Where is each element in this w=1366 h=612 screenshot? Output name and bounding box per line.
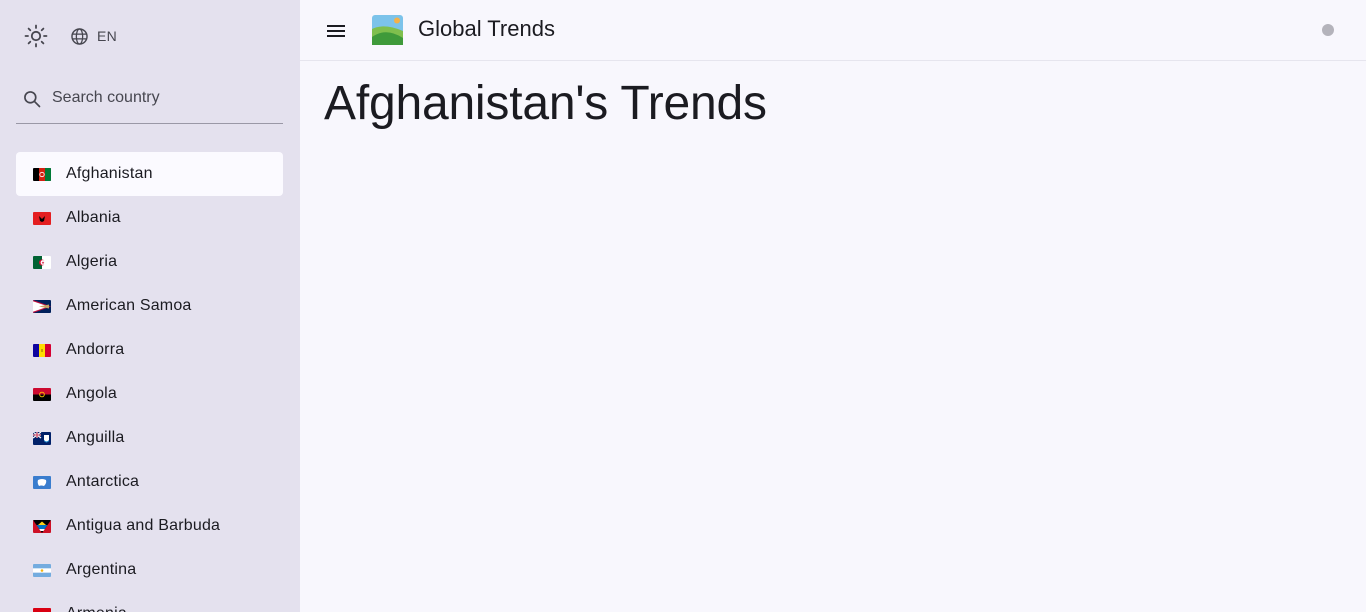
country-item-algeria[interactable]: Algeria bbox=[16, 240, 283, 284]
country-name: Albania bbox=[66, 209, 121, 226]
flag-am-icon bbox=[33, 607, 51, 612]
flag-ao-icon bbox=[33, 387, 51, 401]
country-name: Anguilla bbox=[66, 429, 125, 446]
country-name: Afghanistan bbox=[66, 165, 153, 182]
theme-toggle-button[interactable] bbox=[23, 23, 49, 49]
flag-ag-icon bbox=[33, 519, 51, 533]
search-icon bbox=[24, 91, 41, 108]
country-name: Argentina bbox=[66, 561, 137, 578]
flag-al-icon bbox=[33, 211, 51, 225]
country-name: Algeria bbox=[66, 253, 118, 270]
flag-af-icon bbox=[33, 167, 51, 181]
country-item-antigua-and-barbuda[interactable]: Antigua and Barbuda bbox=[16, 504, 283, 548]
sun-icon bbox=[24, 24, 48, 48]
search-input[interactable] bbox=[52, 84, 277, 112]
country-item-argentina[interactable]: Argentina bbox=[16, 548, 283, 592]
sidebar-header: EN bbox=[0, 0, 300, 72]
country-item-albania[interactable]: Albania bbox=[16, 196, 283, 240]
language-label: EN bbox=[97, 28, 118, 44]
country-item-andorra[interactable]: Andorra bbox=[16, 328, 283, 372]
flag-ad-icon bbox=[33, 343, 51, 357]
country-item-antarctica[interactable]: Antarctica bbox=[16, 460, 283, 504]
country-list: Afghanistan Albania Algeria American Samoa A… bbox=[16, 152, 283, 612]
flag-dz-icon bbox=[33, 255, 51, 269]
country-item-afghanistan[interactable]: Afghanistan bbox=[16, 152, 283, 196]
country-item-anguilla[interactable]: Anguilla bbox=[16, 416, 283, 460]
country-name: Angola bbox=[66, 385, 118, 402]
landscape-logo bbox=[372, 15, 403, 45]
country-name: American Samoa bbox=[66, 297, 192, 314]
page-title: Afghanistan's Trends bbox=[324, 77, 767, 130]
country-item-american-samoa[interactable]: American Samoa bbox=[16, 284, 283, 328]
flag-as-icon bbox=[33, 299, 51, 313]
app-title: Global Trends bbox=[418, 16, 555, 41]
flag-ar-icon bbox=[33, 563, 51, 577]
language-selector[interactable]: EN bbox=[70, 24, 117, 48]
country-item-armenia[interactable]: Armenia bbox=[16, 592, 283, 612]
flag-ai-icon bbox=[33, 431, 51, 445]
country-name: Antarctica bbox=[66, 473, 140, 490]
status-indicator bbox=[1322, 24, 1334, 36]
country-item-angola[interactable]: Angola bbox=[16, 372, 283, 416]
sidebar: EN Afghanistan Albania Algeria American Sam… bbox=[0, 0, 300, 612]
flag-aq-icon bbox=[33, 475, 51, 489]
country-name: Antigua and Barbuda bbox=[66, 517, 221, 534]
globe-icon bbox=[71, 27, 88, 45]
country-name: Armenia bbox=[66, 605, 127, 612]
country-name: Andorra bbox=[66, 341, 125, 358]
country-search bbox=[16, 74, 283, 124]
top-app-bar: Global Trends bbox=[300, 0, 1366, 61]
menu-button[interactable] bbox=[324, 19, 348, 43]
menu-icon bbox=[327, 25, 345, 37]
